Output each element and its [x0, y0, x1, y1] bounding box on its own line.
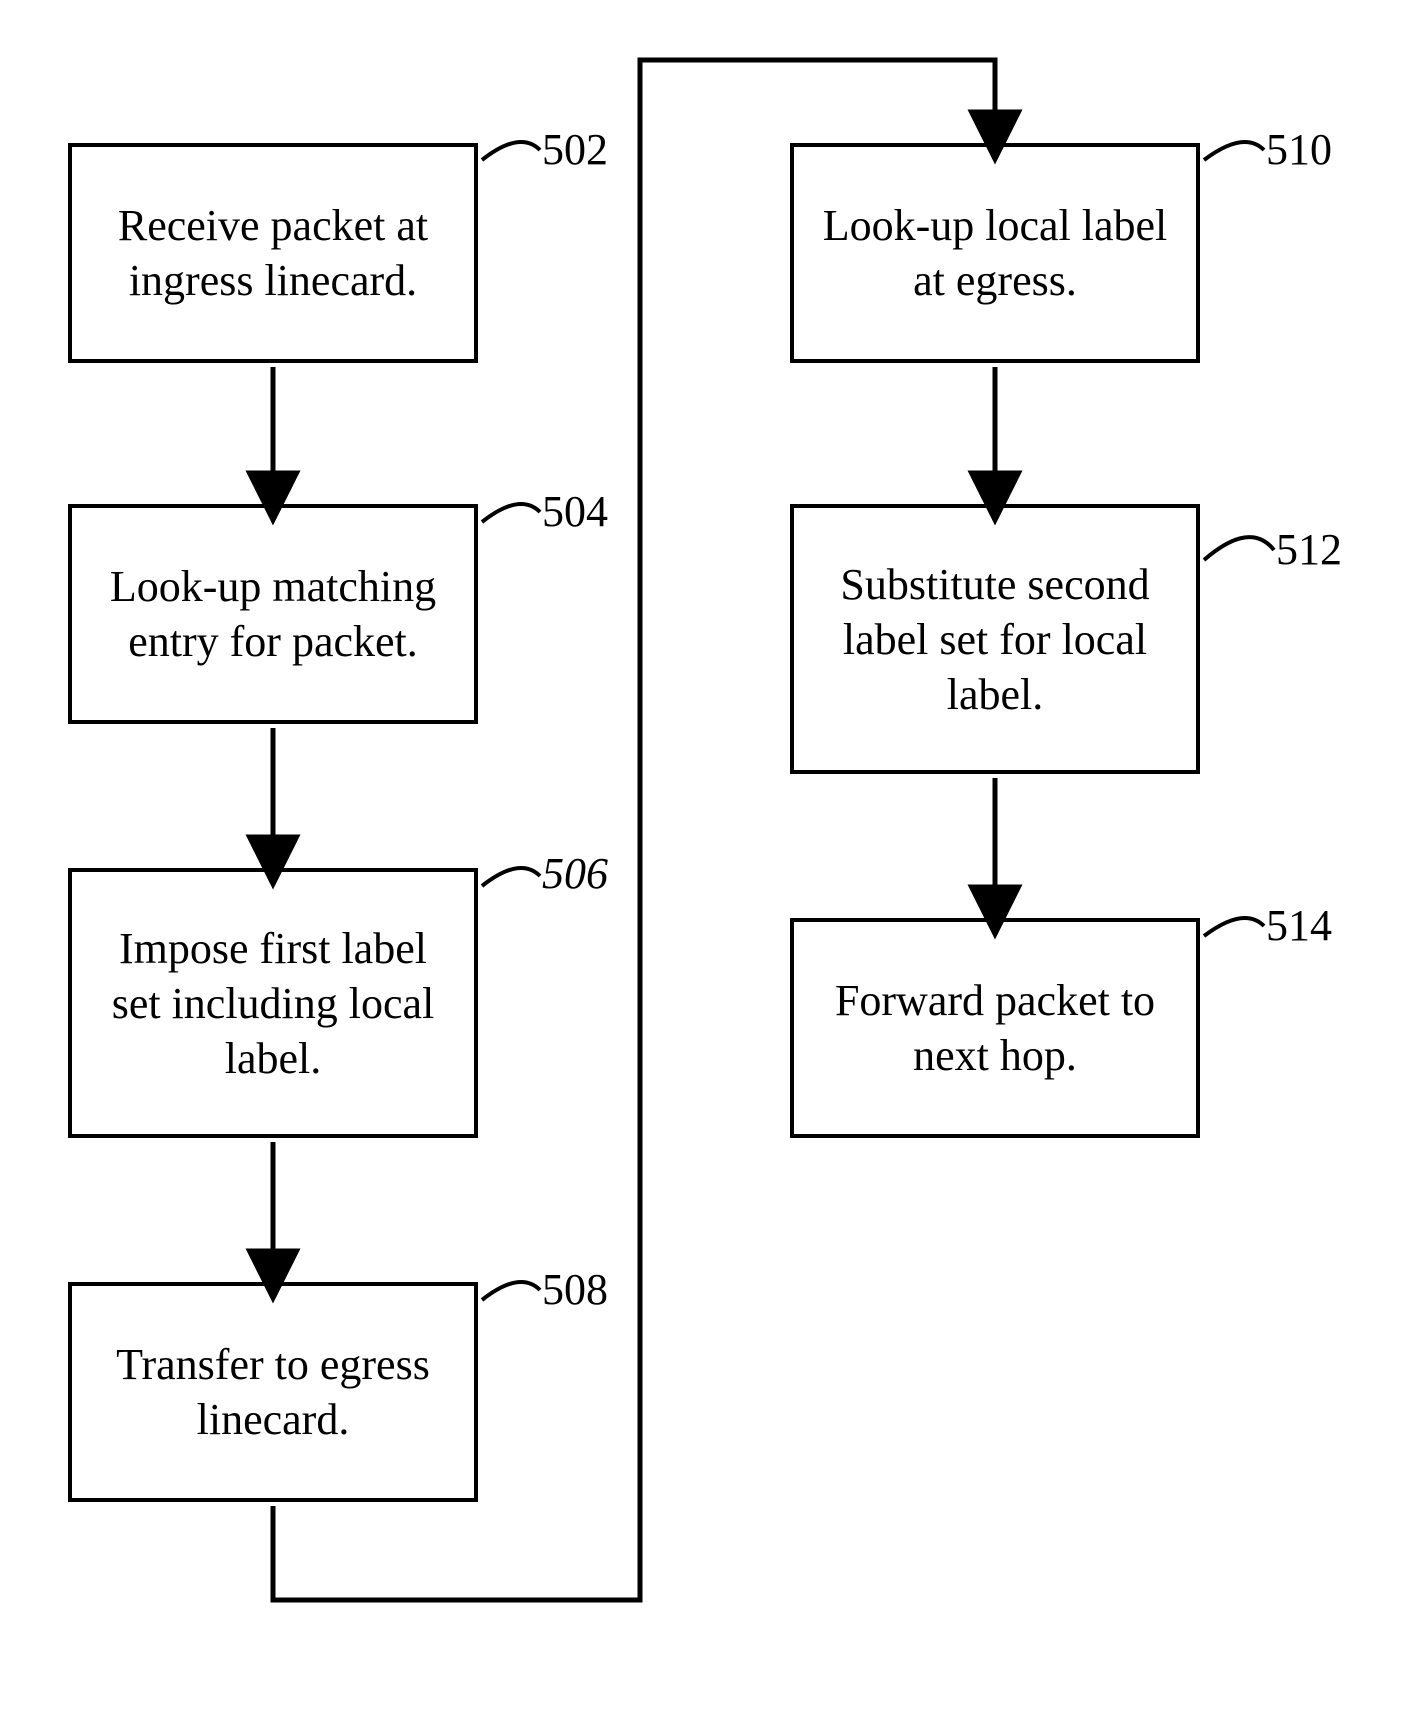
- callout-504: [482, 504, 540, 522]
- callout-514: [1204, 918, 1264, 936]
- step-506-text: Impose first label set including local l…: [90, 921, 456, 1086]
- step-512-text: Substitute second label set for local la…: [812, 557, 1178, 722]
- callout-506: [482, 868, 540, 886]
- step-508-text: Transfer to egress linecard.: [90, 1337, 456, 1447]
- ref-502: 502: [542, 128, 608, 172]
- callout-512: [1204, 537, 1274, 560]
- ref-514: 514: [1266, 904, 1332, 948]
- callout-510: [1204, 142, 1264, 160]
- ref-508: 508: [542, 1268, 608, 1312]
- ref-504: 504: [542, 490, 608, 534]
- step-510-text: Look-up local label at egress.: [812, 198, 1178, 308]
- ref-510: 510: [1266, 128, 1332, 172]
- step-512: Substitute second label set for local la…: [790, 504, 1200, 774]
- step-514: Forward packet to next hop.: [790, 918, 1200, 1138]
- ref-506: 506: [542, 852, 608, 896]
- step-502-text: Receive packet at ingress linecard.: [90, 198, 456, 308]
- step-514-text: Forward packet to next hop.: [812, 973, 1178, 1083]
- step-502: Receive packet at ingress linecard.: [68, 143, 478, 363]
- ref-512: 512: [1276, 528, 1342, 572]
- callout-502: [482, 142, 540, 160]
- step-504: Look-up matching entry for packet.: [68, 504, 478, 724]
- callout-508: [482, 1282, 540, 1300]
- step-504-text: Look-up matching entry for packet.: [90, 559, 456, 669]
- flowchart-canvas: Receive packet at ingress linecard. Look…: [0, 0, 1409, 1726]
- step-508: Transfer to egress linecard.: [68, 1282, 478, 1502]
- step-506: Impose first label set including local l…: [68, 868, 478, 1138]
- step-510: Look-up local label at egress.: [790, 143, 1200, 363]
